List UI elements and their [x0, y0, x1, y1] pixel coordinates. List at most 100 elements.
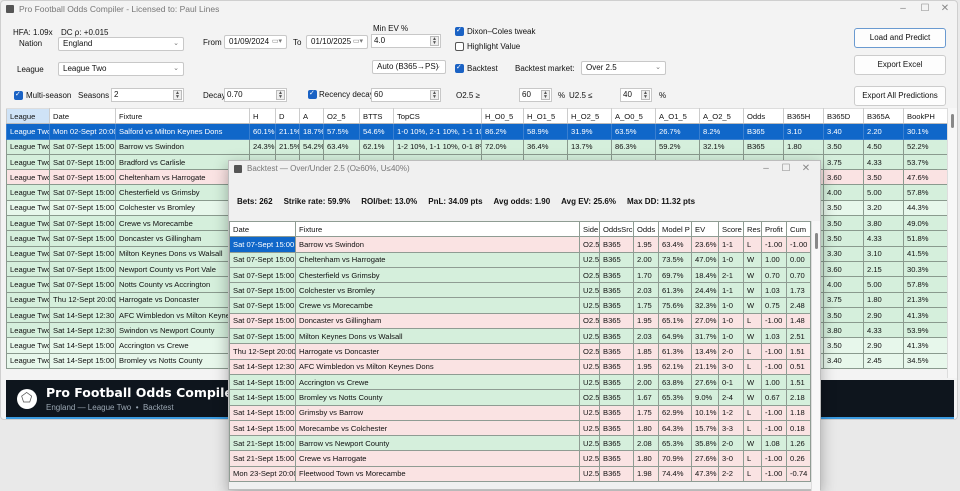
decay-spinner[interactable]: 0.70 ▲ ▼ [224, 88, 287, 102]
close-button[interactable]: ✕ [796, 161, 816, 177]
minimize-button[interactable]: – [893, 1, 913, 17]
column-header-odds[interactable]: Odds [743, 107, 784, 125]
maximize-button[interactable]: ☐ [915, 1, 935, 17]
backtest-row[interactable]: Sat 14-Sept 15:00 Grimsby vs Barrow U2.5 B3… [229, 404, 811, 421]
column-header-fixture[interactable]: Fixture [295, 220, 580, 238]
column-header-res[interactable]: Res [743, 220, 762, 238]
recency-decay-checkbox[interactable] [308, 89, 317, 99]
backtest-row[interactable]: Thu 12-Sept 20:00 Harrogate vs Doncaster O… [229, 343, 811, 360]
column-header-a-o2-5[interactable]: A_O2_5 [699, 107, 744, 125]
column-header-b365d[interactable]: B365D [823, 107, 864, 125]
cell-ev: 15.7% [691, 419, 719, 437]
column-header-o2-5[interactable]: O2_5 [323, 107, 360, 125]
prediction-row[interactable]: League Two Sat 07-Sept 15:00 Barrow vs Swi… [6, 138, 948, 155]
backtest-checkbox[interactable] [455, 63, 464, 73]
column-header-a-o0-5[interactable]: A_O0_5 [611, 107, 656, 125]
column-header-score[interactable]: Score [718, 220, 744, 238]
cell-ev: 18.4% [691, 266, 719, 284]
load-predict-button[interactable]: Load and Predict [854, 28, 946, 48]
backtest-row[interactable]: Sat 07-Sept 15:00 Doncaster vs Gillingham… [229, 312, 811, 330]
cell-score: 1-0 [718, 297, 744, 314]
backtest-row[interactable]: Sat 07-Sept 15:00 Crewe vs Morecambe U2.5 B… [229, 297, 811, 314]
from-date-picker[interactable]: 01/09/2024 ▭▾ [224, 35, 287, 49]
column-header-topcs[interactable]: TopCS [393, 107, 482, 125]
column-header-a[interactable]: A [299, 107, 324, 125]
cell-score: 0-1 [718, 373, 744, 391]
spinner-arrows-icon[interactable]: ▲ ▼ [173, 90, 182, 100]
backtest-row[interactable]: Sat 14-Sept 15:00 Accrington vs Crewe U2.5… [229, 373, 811, 391]
recency-spinner[interactable]: 60 ▲ ▼ [371, 88, 441, 102]
backtest-row[interactable]: Sat 14-Sept 15:00 Bromley vs Notts County… [229, 389, 811, 406]
column-header-oddssrc[interactable]: OddsSrc [599, 220, 634, 238]
u25-spinner[interactable]: 40 ▲ ▼ [620, 88, 652, 102]
column-header-b365a[interactable]: B365A [863, 107, 904, 125]
column-header-d[interactable]: D [275, 107, 300, 125]
nation-select[interactable]: England ⌄ [58, 37, 184, 51]
export-all-button[interactable]: Export All Predictions [854, 86, 946, 106]
close-button[interactable]: ✕ [935, 1, 955, 17]
minimize-button[interactable]: – [756, 161, 776, 177]
spinner-arrows-icon[interactable]: ▲ ▼ [430, 90, 439, 100]
main-table-scrollbar[interactable] [947, 108, 957, 378]
column-header-date[interactable]: Date [49, 107, 116, 125]
column-header-bookph[interactable]: BookPH [903, 107, 948, 125]
column-header-fixture[interactable]: Fixture [115, 107, 250, 125]
backtest-market-select[interactable]: Over 2.5 ⌄ [581, 61, 666, 75]
cell-odds: 1.80 [633, 419, 659, 437]
column-header-odds[interactable]: Odds [633, 220, 659, 238]
backtest-row[interactable]: Sat 21-Sept 15:00 Barrow vs Newport Count… [229, 435, 811, 452]
cell-bookph: 47.6% [903, 169, 948, 186]
cell-bookph: 49.0% [903, 215, 948, 232]
backtest-row[interactable]: Sat 07-Sept 15:00 Milton Keynes Dons vs W… [229, 328, 811, 345]
cell-a: 54.2% [299, 138, 324, 155]
spinner-arrows-icon[interactable]: ▲ ▼ [276, 90, 285, 100]
cell-side: U2.5 [579, 282, 600, 299]
cell-oddssrc: B365 [599, 312, 634, 330]
column-header-cum[interactable]: Cum [786, 220, 811, 238]
backtest-scrollbar[interactable] [811, 221, 820, 491]
maximize-button[interactable]: ☐ [776, 161, 796, 177]
column-header-btts[interactable]: BTTS [359, 107, 394, 125]
cell-date: Sat 07-Sept 15:00 [49, 184, 116, 201]
min-ev-spinner[interactable]: 4.0 ▲ ▼ [371, 34, 441, 48]
backtest-row[interactable]: Mon 23-Sept 20:00 Fleetwood Town vs Morec… [229, 465, 811, 483]
column-header-h-o1-5[interactable]: H_O1_5 [523, 107, 568, 125]
spinner-arrows-icon[interactable]: ▲ ▼ [430, 36, 439, 46]
multi-season-checkbox[interactable] [14, 90, 23, 100]
backtest-row[interactable]: Sat 07-Sept 15:00 Barrow vs Swindon O2.5 B3… [229, 236, 811, 253]
spinner-arrows-icon[interactable]: ▲ ▼ [641, 90, 650, 100]
spinner-arrows-icon[interactable]: ▲ ▼ [541, 90, 550, 100]
column-header-a-o1-5[interactable]: A_O1_5 [655, 107, 700, 125]
column-header-model-p[interactable]: Model P [658, 220, 692, 238]
column-header-h-o2-5[interactable]: H_O2_5 [567, 107, 612, 125]
column-header-side[interactable]: Side [579, 220, 600, 238]
backtest-row[interactable]: Sat 07-Sept 15:00 Chesterfield vs Grimsby… [229, 266, 811, 284]
backtest-row[interactable]: Sat 07-Sept 15:00 Cheltenham vs Harrogate… [229, 251, 811, 268]
column-header-h-o0-5[interactable]: H_O0_5 [481, 107, 524, 125]
cell-fixture: Harrogate vs Doncaster [295, 343, 580, 360]
seasons-spinner[interactable]: 2 ▲ ▼ [111, 88, 184, 102]
cell-ev: 32.3% [691, 297, 719, 314]
backtest-row[interactable]: Sat 07-Sept 15:00 Colchester vs Bromley U2… [229, 282, 811, 299]
column-header-ev[interactable]: EV [691, 220, 719, 238]
column-header-profit[interactable]: Profit [761, 220, 787, 238]
to-date-picker[interactable]: 01/10/2025 ▭▾ [306, 35, 368, 49]
export-excel-button[interactable]: Export Excel [854, 55, 946, 75]
cell-res: W [743, 373, 762, 391]
cell-league: League Two [6, 215, 50, 232]
column-header-date[interactable]: Date [229, 220, 296, 238]
column-header-b365h[interactable]: B365H [783, 107, 824, 125]
cell-cum: 1.18 [786, 404, 811, 421]
league-select[interactable]: League Two ⌄ [58, 62, 184, 76]
highlight-value-checkbox[interactable] [455, 42, 464, 51]
dixon-coles-checkbox[interactable] [455, 26, 464, 36]
odds-source-select[interactable]: Auto (B365→PS) ⌄ [372, 60, 446, 74]
prediction-row[interactable]: League Two Mon 02-Sept 20:00 Salford vs Mi… [6, 123, 948, 140]
backtest-row[interactable]: Sat 21-Sept 15:00 Crewe vs Harrogate U2.5 B… [229, 450, 811, 467]
column-header-league[interactable]: League [6, 107, 50, 125]
backtest-row[interactable]: Sat 14-Sept 12:30 AFC Wimbledon vs Milton… [229, 358, 811, 375]
backtest-row[interactable]: Sat 14-Sept 15:00 Morecambe vs Colchester… [229, 419, 811, 437]
cell-b365a: 2.90 [863, 306, 904, 324]
column-header-h[interactable]: H [249, 107, 276, 125]
o25-spinner[interactable]: 60 ▲ ▼ [519, 88, 552, 102]
